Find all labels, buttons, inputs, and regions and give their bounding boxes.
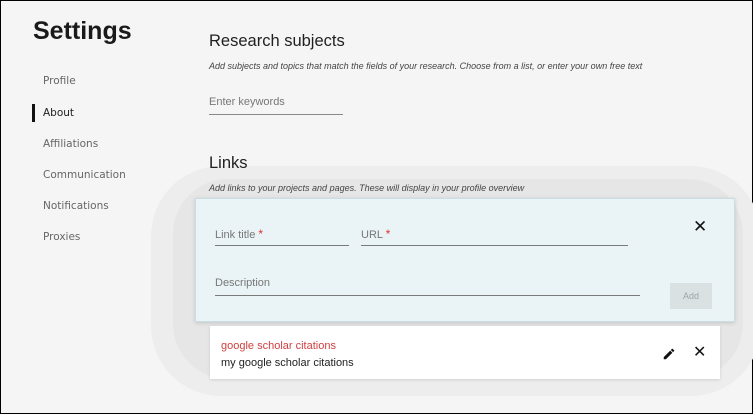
add-button[interactable]: Add [670, 283, 712, 309]
links-heading: Links [209, 154, 248, 172]
close-icon[interactable]: ✕ [693, 219, 707, 236]
link-item-title[interactable]: google scholar citations [221, 340, 336, 352]
keywords-placeholder: Enter keywords [209, 96, 285, 108]
sidebar: Settings Profile About Affiliations Comm… [1, 1, 181, 413]
required-marker: * [385, 227, 391, 241]
link-item-description: my google scholar citations [221, 357, 354, 369]
keywords-input[interactable]: Enter keywords [209, 94, 343, 115]
settings-page: Settings Profile About Affiliations Comm… [0, 0, 753, 414]
description-placeholder: Description [215, 277, 271, 289]
add-link-form: Link title * URL * ✕ Description Add [195, 198, 735, 322]
sidebar-item-affiliations[interactable]: Affiliations [43, 138, 98, 150]
sidebar-item-profile[interactable]: Profile [43, 75, 76, 87]
link-title-field[interactable]: Link title * [215, 223, 349, 246]
sidebar-item-notifications[interactable]: Notifications [43, 200, 109, 212]
page-title: Settings [33, 17, 132, 45]
url-field[interactable]: URL * [361, 223, 628, 246]
sidebar-item-communication[interactable]: Communication [43, 169, 126, 181]
links-subtitle: Add links to your projects and pages. Th… [209, 183, 525, 193]
research-subjects-heading: Research subjects [209, 32, 345, 50]
sidebar-item-proxies[interactable]: Proxies [43, 231, 80, 243]
url-placeholder: URL [361, 229, 383, 241]
required-marker: * [258, 227, 264, 241]
edit-icon[interactable] [662, 347, 676, 361]
research-subjects-subtitle: Add subjects and topics that match the f… [209, 61, 643, 71]
sidebar-item-about[interactable]: About [43, 107, 74, 119]
link-title-placeholder: Link title [215, 229, 256, 241]
active-nav-marker [32, 104, 35, 122]
remove-link-icon[interactable]: ✕ [693, 344, 706, 360]
description-field[interactable]: Description [215, 273, 640, 296]
link-item: google scholar citations my google schol… [210, 326, 720, 379]
